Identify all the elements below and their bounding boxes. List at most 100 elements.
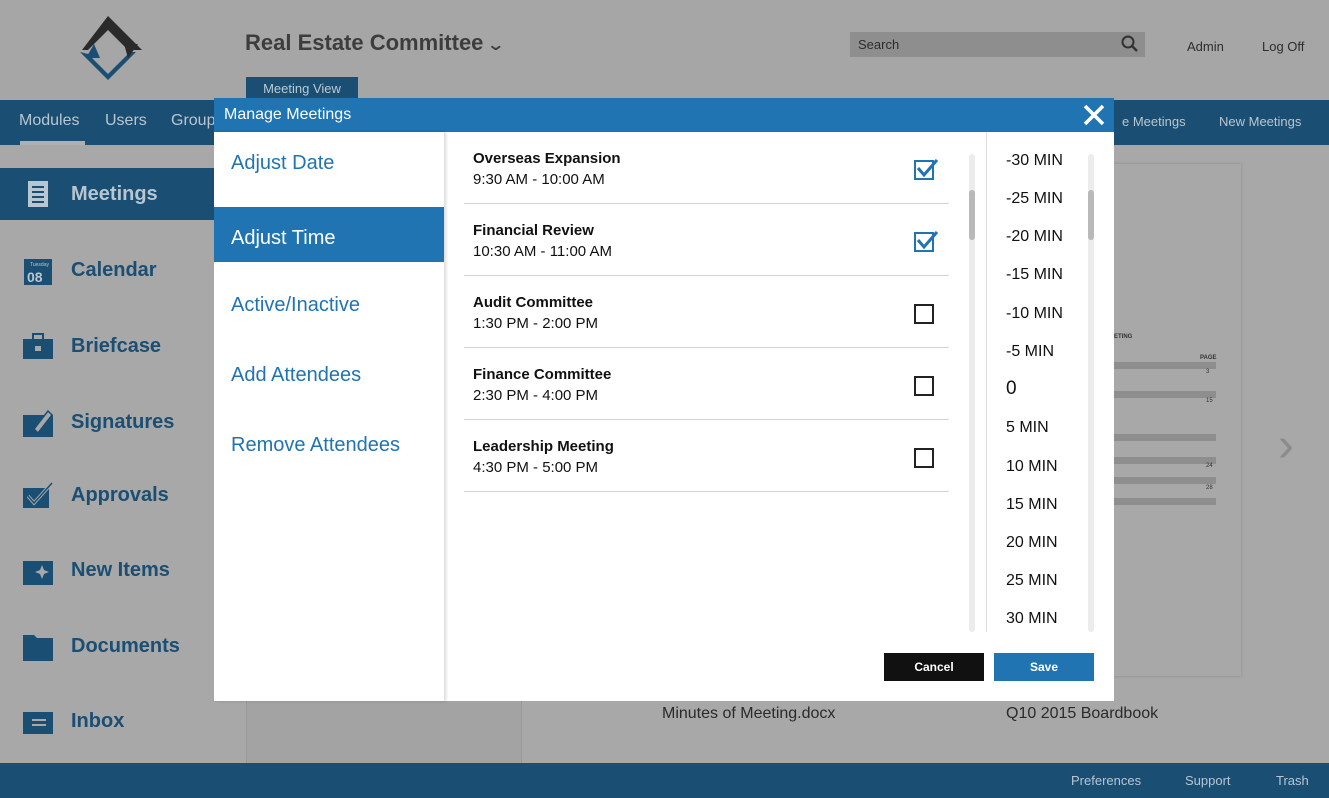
signature-icon	[23, 409, 53, 437]
sidebar-item-documents[interactable]: Documents	[0, 627, 246, 667]
time-offset-option[interactable]: -30 MIN	[1006, 152, 1063, 170]
meeting-row[interactable]: Leadership Meeting 4:30 PM - 5:00 PM	[464, 420, 949, 492]
doc-line	[1114, 498, 1216, 505]
calendar-date: 08	[27, 269, 43, 285]
menu-remove-attendees[interactable]: Remove Attendees	[214, 414, 444, 469]
background-panel	[246, 700, 522, 763]
meeting-view-tab[interactable]: Meeting View	[246, 77, 358, 100]
time-offset-option[interactable]: -10 MIN	[1006, 305, 1063, 323]
search-placeholder: Search	[858, 37, 900, 52]
meeting-row[interactable]: Financial Review 10:30 AM - 11:00 AM	[464, 204, 949, 276]
footer-support-link[interactable]: Support	[1185, 773, 1231, 788]
time-offset-option[interactable]: -15 MIN	[1006, 266, 1063, 284]
meeting-checkbox[interactable]	[914, 304, 934, 324]
doc-text: 24	[1206, 463, 1213, 469]
dialog-title: Manage Meetings	[224, 106, 352, 123]
meeting-time: 1:30 PM - 2:00 PM	[473, 315, 599, 332]
nav-meetings[interactable]: e Meetings	[1122, 114, 1186, 129]
cancel-button[interactable]: Cancel	[884, 653, 984, 681]
column-divider	[986, 132, 987, 632]
footer: Preferences Support Trash	[0, 763, 1329, 798]
file-name[interactable]: Q10 2015 Boardbook	[1006, 705, 1158, 723]
checkmark-icon	[916, 231, 939, 250]
meeting-name: Leadership Meeting	[473, 438, 614, 455]
sidebar-label-approvals: Approvals	[71, 484, 169, 506]
dialog-menu: Adjust Date Adjust Time Active/Inactive …	[214, 132, 444, 701]
scrollbar-thumb[interactable]	[969, 190, 975, 240]
sidebar-label-new-items: New Items	[71, 559, 170, 581]
time-offset-option[interactable]: -5 MIN	[1006, 343, 1054, 361]
nav-groups[interactable]: Group	[171, 112, 215, 130]
sidebar-item-approvals[interactable]: Approvals	[0, 476, 246, 516]
meetings-icon	[28, 181, 48, 207]
footer-trash-link[interactable]: Trash	[1276, 773, 1309, 788]
time-offset-option[interactable]: 5 MIN	[1006, 419, 1049, 437]
search-input[interactable]: Search	[850, 32, 1145, 57]
new-items-icon	[23, 561, 53, 585]
sidebar-label-documents: Documents	[71, 635, 180, 657]
time-offset-option[interactable]: 20 MIN	[1006, 534, 1058, 552]
approval-icon	[23, 481, 54, 508]
meeting-checkbox[interactable]	[914, 376, 934, 396]
time-offset-option[interactable]: 25 MIN	[1006, 572, 1058, 590]
manage-meetings-dialog: Manage Meetings Adjust Date Adjust Time …	[214, 98, 1114, 701]
time-offset-option[interactable]: 30 MIN	[1006, 610, 1058, 628]
checkmark-icon	[916, 159, 939, 178]
committee-title: Real Estate Committee	[245, 30, 484, 55]
sidebar-item-calendar[interactable]: Tuesday 08 Calendar	[0, 251, 246, 291]
committee-selector[interactable]: Real Estate Committee ⌄	[245, 30, 506, 56]
logoff-link[interactable]: Log Off	[1262, 39, 1304, 54]
meeting-list-scrollbar[interactable]	[969, 154, 975, 632]
save-button[interactable]: Save	[994, 653, 1094, 681]
admin-link[interactable]: Admin	[1187, 39, 1224, 54]
meeting-row[interactable]: Audit Committee 1:30 PM - 2:00 PM	[464, 276, 949, 348]
doc-line	[1114, 477, 1216, 484]
time-offset-option[interactable]: 15 MIN	[1006, 496, 1058, 514]
footer-preferences-link[interactable]: Preferences	[1071, 773, 1141, 788]
app-logo-icon	[80, 16, 142, 80]
doc-line	[1114, 362, 1216, 369]
time-offset-option[interactable]: -25 MIN	[1006, 190, 1063, 208]
chevron-down-icon: ⌄	[486, 37, 506, 54]
time-offset-scrollbar[interactable]	[1088, 154, 1094, 632]
meeting-row[interactable]: Overseas Expansion 9:30 AM - 10:00 AM	[464, 132, 949, 204]
meeting-checkbox[interactable]	[914, 159, 939, 180]
menu-add-attendees[interactable]: Add Attendees	[214, 344, 444, 399]
document-preview: ETING PAGE 3 15 24 28	[1114, 164, 1241, 676]
menu-adjust-time[interactable]: Adjust Time	[214, 207, 444, 262]
file-name[interactable]: Minutes of Meeting.docx	[662, 705, 835, 723]
sidebar-item-inbox[interactable]: Inbox	[0, 702, 246, 742]
sidebar-label-briefcase: Briefcase	[71, 335, 162, 357]
meeting-checkbox[interactable]	[914, 448, 934, 468]
sidebar: Meetings Tuesday 08 Calendar Briefcase S…	[0, 145, 246, 763]
meeting-checkbox[interactable]	[914, 231, 939, 252]
sidebar-item-signatures[interactable]: Signatures	[0, 403, 246, 443]
doc-line	[1114, 457, 1216, 464]
sidebar-item-meetings[interactable]: Meetings	[0, 175, 246, 215]
sidebar-label-calendar: Calendar	[71, 259, 157, 281]
meeting-name: Financial Review	[473, 222, 594, 239]
calendar-icon: Tuesday 08	[24, 259, 52, 285]
nav-new-meetings[interactable]: New Meetings	[1219, 114, 1301, 129]
doc-text: 3	[1206, 369, 1210, 375]
time-offset-option[interactable]: 10 MIN	[1006, 458, 1058, 476]
nav-modules[interactable]: Modules	[19, 112, 79, 130]
meeting-time: 9:30 AM - 10:00 AM	[473, 171, 605, 188]
search-icon[interactable]	[1121, 35, 1139, 53]
scrollbar-thumb[interactable]	[1088, 190, 1094, 240]
nav-users[interactable]: Users	[105, 112, 147, 130]
meeting-row[interactable]: Finance Committee 2:30 PM - 4:00 PM	[464, 348, 949, 420]
menu-active-inactive[interactable]: Active/Inactive	[214, 274, 444, 329]
close-icon[interactable]	[1080, 101, 1108, 129]
menu-adjust-date[interactable]: Adjust Date	[214, 132, 444, 187]
doc-line	[1114, 434, 1216, 441]
time-offset-option[interactable]: -20 MIN	[1006, 228, 1063, 246]
time-offset-selected[interactable]: 0	[1006, 378, 1017, 400]
sidebar-label-inbox: Inbox	[71, 710, 125, 732]
sidebar-item-briefcase[interactable]: Briefcase	[0, 327, 246, 367]
sidebar-item-new-items[interactable]: New Items	[0, 551, 246, 591]
doc-text: 28	[1206, 485, 1213, 491]
next-arrow-icon[interactable]: ›	[1278, 418, 1294, 473]
top-header: Real Estate Committee ⌄ Search Admin Log …	[0, 0, 1329, 100]
sidebar-label-signatures: Signatures	[71, 411, 175, 433]
